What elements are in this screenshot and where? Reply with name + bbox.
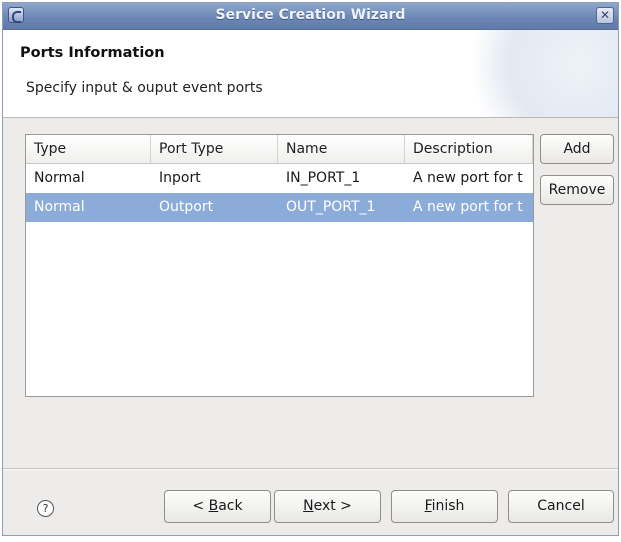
cell-port-type: Inport xyxy=(159,170,201,186)
table-header: Type Port Type Name Description xyxy=(26,135,533,164)
close-button[interactable]: ✕ xyxy=(596,7,614,24)
wizard-header: Ports Information Specify input & ouput … xyxy=(3,30,618,118)
close-icon: ✕ xyxy=(599,8,611,22)
window-title: Service Creation Wizard xyxy=(215,7,406,23)
title-bar[interactable]: Service Creation Wizard ✕ xyxy=(3,3,618,30)
footer-separator xyxy=(3,468,618,470)
wizard-window: Service Creation Wizard ✕ Ports Informat… xyxy=(2,2,619,536)
back-mnemonic: B xyxy=(208,498,219,514)
back-label-rest: ack xyxy=(218,498,243,514)
back-prefix: < xyxy=(192,498,209,514)
column-header-name[interactable]: Name xyxy=(278,135,405,163)
cell-port-type: Outport xyxy=(159,199,214,215)
add-button[interactable]: Add xyxy=(540,134,614,164)
cell-description: A new port for t xyxy=(413,170,523,186)
cancel-button[interactable]: Cancel xyxy=(508,490,614,523)
cell-type: Normal xyxy=(34,170,85,186)
column-header-port-type[interactable]: Port Type xyxy=(151,135,278,163)
back-button[interactable]: < Back xyxy=(164,490,271,523)
help-icon[interactable]: ? xyxy=(37,500,54,517)
next-label-rest: ext > xyxy=(313,498,352,514)
column-header-description[interactable]: Description xyxy=(405,135,533,163)
remove-button[interactable]: Remove xyxy=(540,175,614,205)
finish-button[interactable]: Finish xyxy=(391,490,498,523)
ports-table[interactable]: Type Port Type Name Description Normal I… xyxy=(25,134,534,397)
cell-description: A new port for t xyxy=(413,199,523,215)
page-title: Ports Information xyxy=(20,45,165,61)
table-row-selected[interactable]: Normal Outport OUT_PORT_1 A new port for… xyxy=(26,193,533,222)
next-mnemonic: N xyxy=(303,498,314,514)
column-header-type[interactable]: Type xyxy=(26,135,151,163)
next-button[interactable]: Next > xyxy=(274,490,381,523)
cell-name: OUT_PORT_1 xyxy=(286,199,376,215)
finish-label-rest: inish xyxy=(431,498,465,514)
cell-name: IN_PORT_1 xyxy=(286,170,361,186)
cell-type: Normal xyxy=(34,199,85,215)
page-description: Specify input & ouput event ports xyxy=(26,80,263,96)
table-row[interactable]: Normal Inport IN_PORT_1 A new port for t xyxy=(26,164,533,193)
header-banner-graphic xyxy=(458,30,618,117)
finish-mnemonic: F xyxy=(424,498,432,514)
